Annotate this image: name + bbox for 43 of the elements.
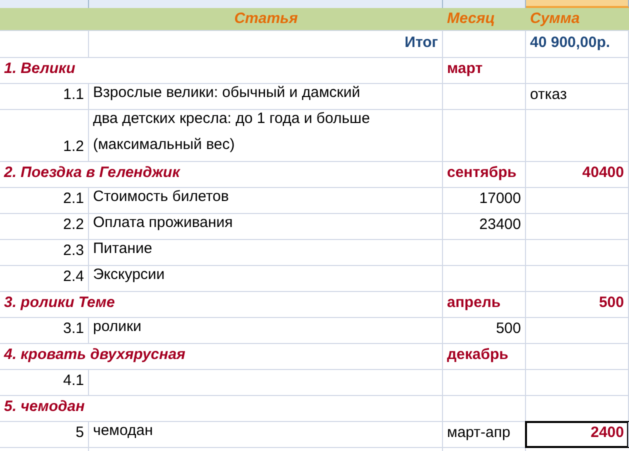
column-header[interactable] [526, 0, 629, 8]
table-cell-text: 23400 [479, 214, 521, 234]
category-title: 1. Велики [4, 58, 76, 78]
category-sum: 500 [598, 292, 624, 312]
item-description: Экскурсии [93, 265, 165, 285]
table-cell-text: 500 [496, 318, 521, 338]
table-cell-text: 17000 [479, 188, 521, 208]
item-number: 3.1 [63, 318, 84, 338]
category-month: март [447, 58, 483, 78]
category-month: апрель [447, 292, 501, 312]
column-header[interactable] [443, 0, 526, 8]
item-number: 2.3 [63, 240, 84, 260]
table-cell-text: отказ [530, 84, 567, 104]
category-title: 3. ролики Теме [4, 292, 115, 312]
item-number: 1.1 [63, 84, 84, 104]
column-heading: Месяц [447, 8, 495, 29]
category-month: декабрь [447, 344, 508, 364]
category-title: 4. кровать двухярусная [4, 344, 186, 364]
column-heading: Сумма [530, 8, 580, 29]
item-description: Стоимость билетов [93, 187, 229, 207]
total-sum: 40 900,00р. [530, 32, 610, 52]
table-cell-text: март-апр [447, 422, 510, 442]
category-title: 5. чемодан [4, 396, 85, 416]
item-description: Оплата проживания [93, 213, 233, 233]
item-description: Взрослые велики: обычный и дамский [93, 83, 360, 103]
item-description: два детских кресла: до 1 года и больше (максимальный вес) [93, 109, 371, 155]
item-number: 5 [76, 422, 84, 442]
item-description: ролики [93, 317, 142, 337]
column-heading: Статья [234, 8, 298, 29]
item-description: Питание [93, 239, 152, 259]
item-description: чемодан [93, 421, 153, 441]
item-number: 2.1 [63, 188, 84, 208]
category-sum: 40400 [582, 162, 624, 182]
column-header[interactable] [0, 0, 89, 8]
category-title: 2. Поездка в Геленджик [4, 162, 180, 182]
item-number: 4.1 [63, 370, 84, 390]
table-cell-text: 2400 [590, 422, 624, 442]
item-number: 2.2 [63, 214, 84, 234]
column-header[interactable] [89, 0, 443, 8]
item-number: 1.2 [63, 136, 84, 156]
item-number: 2.4 [63, 266, 84, 286]
category-month: сентябрь [447, 162, 516, 182]
total-label: Итог [404, 32, 438, 52]
